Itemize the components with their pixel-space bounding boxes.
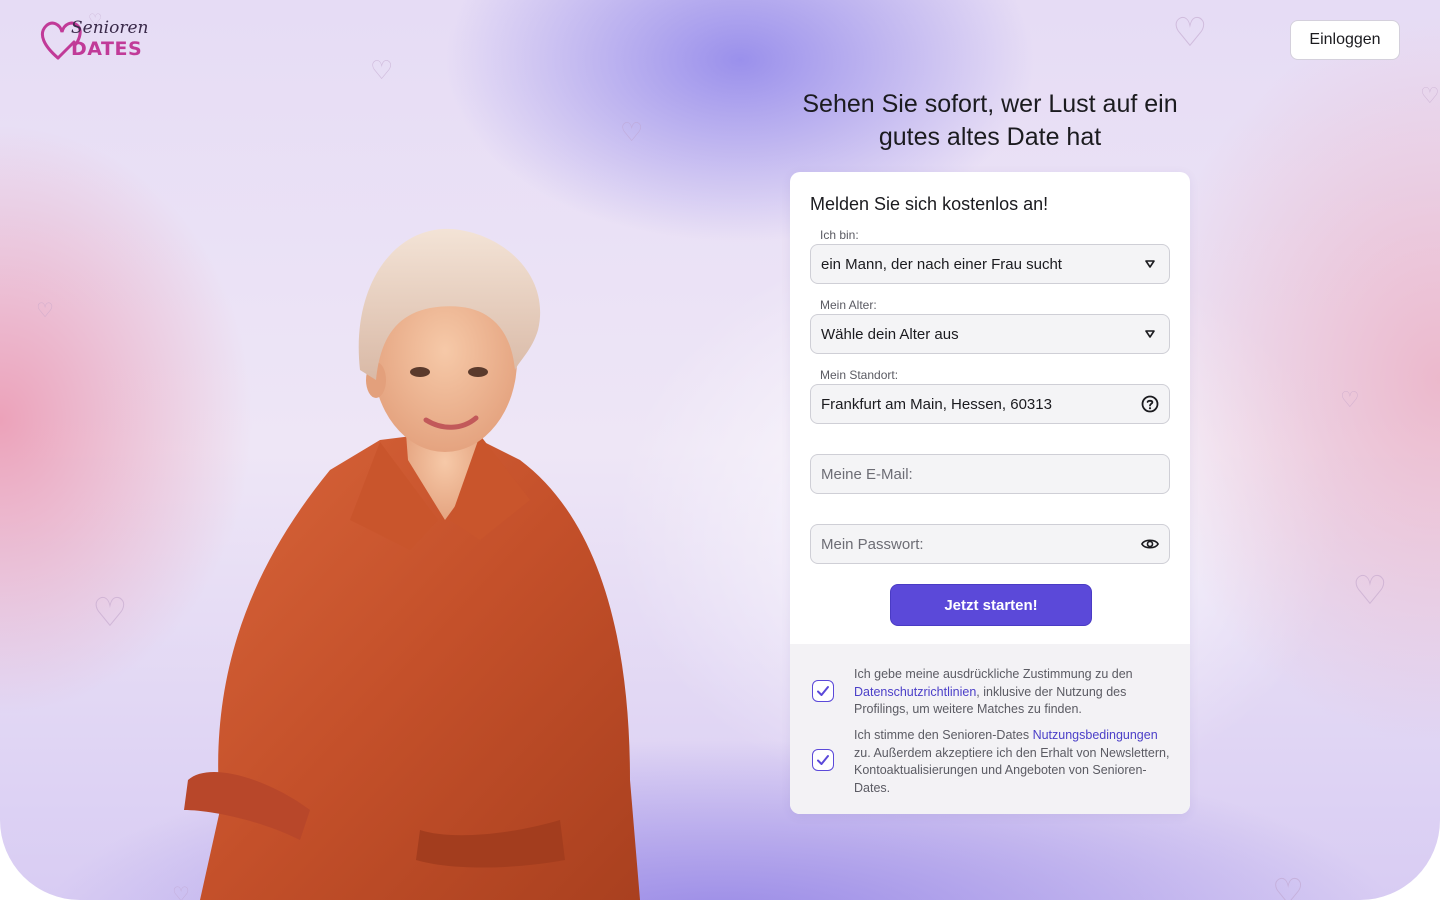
privacy-checkbox[interactable] [812, 680, 834, 702]
checkmark-icon [817, 755, 829, 765]
privacy-policy-link[interactable]: Datenschutzrichtlinien [854, 685, 976, 699]
heart-outline-icon: ♡ [1172, 10, 1208, 56]
logo-text-bottom: DATES [71, 38, 143, 60]
page-background: ♡ ♡ ♡ ♡ ♡ ♡ ♡ ♡ ♡ ♡ ♡ Senioren DATES Ein… [0, 0, 1440, 900]
age-select-value: Wähle dein Alter aus [821, 325, 959, 343]
password-input[interactable]: Mein Passwort: [810, 524, 1170, 564]
heart-outline-icon: ♡ [92, 590, 128, 636]
heart-outline-icon: ♡ [620, 118, 644, 148]
submit-button[interactable]: Jetzt starten! [890, 584, 1092, 626]
age-select[interactable]: Wähle dein Alter aus [810, 314, 1170, 354]
signup-card: Melden Sie sich kostenlos an! Ich bin: e… [790, 172, 1190, 814]
iam-select[interactable]: ein Mann, der nach einer Frau sucht [810, 244, 1170, 284]
logo-text-top: Senioren [71, 18, 149, 38]
site-logo[interactable]: Senioren DATES [40, 16, 150, 66]
consent-section: Ich gebe meine ausdrückliche Zustimmung … [790, 644, 1190, 814]
privacy-text-before: Ich gebe meine ausdrückliche Zustimmung … [854, 667, 1133, 681]
location-label: Mein Standort: [820, 368, 899, 382]
eye-icon[interactable] [1141, 535, 1159, 553]
email-input[interactable]: Meine E-Mail: [810, 454, 1170, 494]
terms-link[interactable]: Nutzungsbedingungen [1033, 728, 1158, 742]
heart-outline-icon: ♡ [1340, 388, 1360, 413]
iam-select-value: ein Mann, der nach einer Frau sucht [821, 255, 1062, 273]
terms-text-before: Ich stimme den Senioren-Dates [854, 728, 1033, 742]
terms-checkbox[interactable] [812, 749, 834, 771]
email-placeholder: Meine E-Mail: [821, 465, 913, 483]
age-label: Mein Alter: [820, 298, 877, 312]
password-placeholder: Mein Passwort: [821, 535, 924, 553]
login-button[interactable]: Einloggen [1290, 20, 1400, 60]
heart-outline-icon: ♡ [1420, 84, 1440, 109]
signup-title: Melden Sie sich kostenlos an! [810, 194, 1049, 214]
terms-consent-text: Ich stimme den Senioren-Dates Nutzungsbe… [854, 727, 1172, 797]
heart-outline-icon: ♡ [370, 56, 394, 86]
checkmark-icon [817, 686, 829, 696]
location-input[interactable]: Frankfurt am Main, Hessen, 60313 [810, 384, 1170, 424]
heart-outline-icon: ♡ [36, 298, 54, 322]
privacy-consent-text: Ich gebe meine ausdrückliche Zustimmung … [854, 666, 1172, 719]
question-circle-icon[interactable] [1141, 395, 1159, 413]
page-headline: Sehen Sie sofort, wer Lust auf ein gutes… [802, 90, 1178, 151]
terms-text-after: zu. Außerdem akzeptiere ich den Erhalt v… [854, 745, 1170, 795]
location-input-value: Frankfurt am Main, Hessen, 60313 [821, 395, 1052, 413]
heart-outline-icon: ♡ [1272, 872, 1305, 900]
iam-label: Ich bin: [820, 228, 859, 242]
caret-down-icon [1141, 255, 1159, 273]
caret-down-icon [1141, 325, 1159, 343]
heart-outline-icon: ♡ [1352, 568, 1388, 614]
hero-portrait-image [184, 228, 640, 900]
